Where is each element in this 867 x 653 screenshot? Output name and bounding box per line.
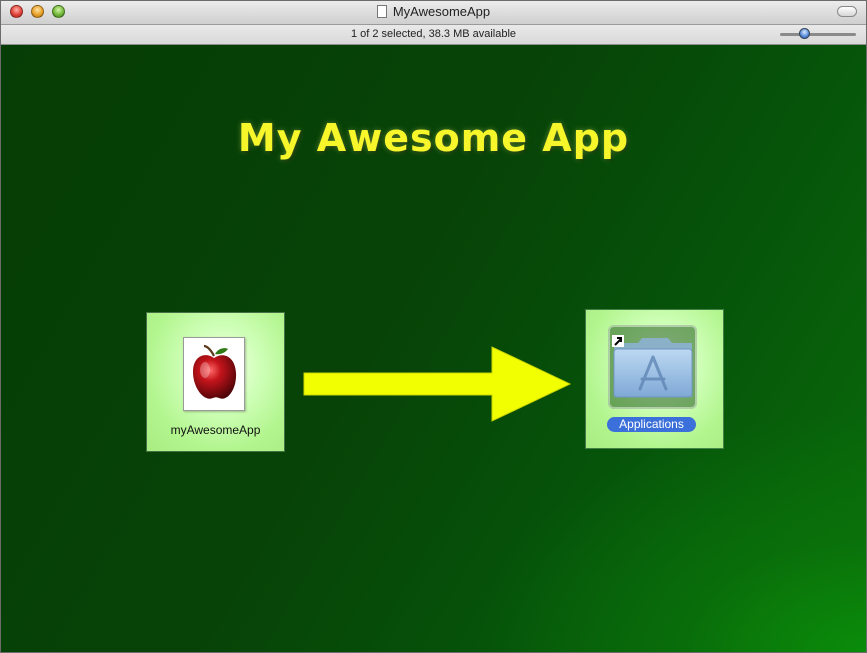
applications-folder-icon[interactable]	[608, 325, 697, 409]
finder-window: MyAwesomeApp 1 of 2 selected, 38.3 MB av…	[0, 0, 867, 653]
status-bar: 1 of 2 selected, 38.3 MB available	[1, 25, 866, 45]
app-item-tile: myAwesomeApp	[147, 313, 284, 451]
status-text: 1 of 2 selected, 38.3 MB available	[350, 28, 517, 40]
window-content: My Awesome App myAwesomeApp Applications	[1, 45, 866, 652]
document-icon	[376, 5, 387, 18]
applications-item-tile: Applications	[586, 310, 723, 448]
app-item-label[interactable]: myAwesomeApp	[147, 423, 284, 437]
apple-icon[interactable]	[183, 337, 245, 411]
toolbar-toggle-button[interactable]	[837, 6, 857, 17]
window-title-container: MyAwesomeApp	[1, 4, 866, 20]
right-arrow-icon	[303, 346, 572, 422]
background-heading: My Awesome App	[237, 116, 630, 160]
icon-size-slider-knob[interactable]	[799, 28, 810, 39]
title-bar[interactable]: MyAwesomeApp	[1, 1, 866, 25]
icon-size-slider-track[interactable]	[780, 33, 856, 36]
window-title: MyAwesomeApp	[392, 4, 491, 19]
applications-item-label[interactable]: Applications	[607, 417, 696, 432]
alias-arrow-icon	[612, 335, 624, 347]
